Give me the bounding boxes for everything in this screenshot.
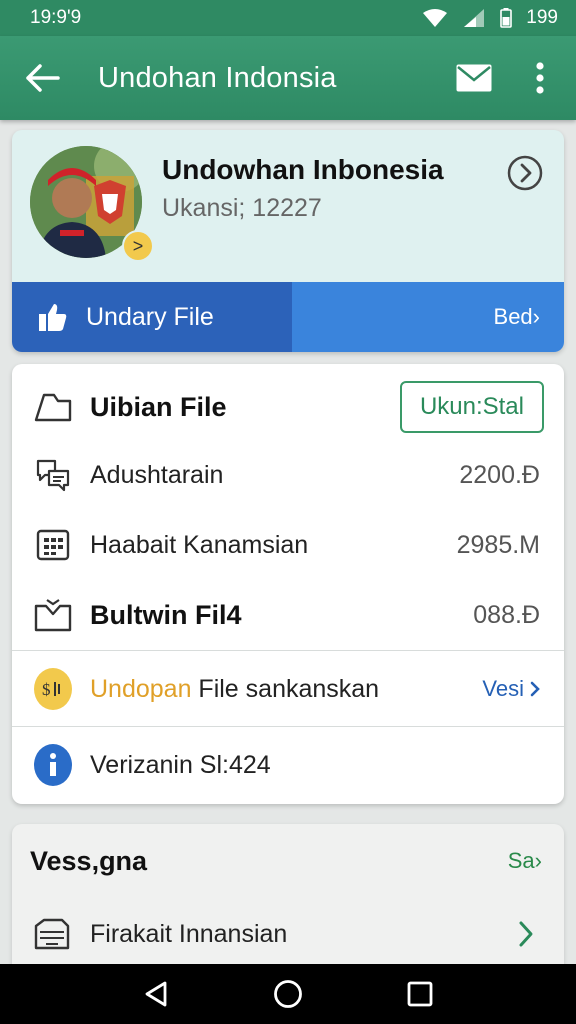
- upload-label: Undary File: [86, 302, 214, 331]
- status-bar: 19:9'9 199: [0, 0, 576, 36]
- more-options-button[interactable]: [504, 36, 576, 120]
- files-header-row: Uibian File Ukun:Stal: [12, 372, 564, 442]
- file-row-label: Bultwin Fil4: [90, 599, 242, 630]
- nav-recents-button[interactable]: [395, 969, 445, 1019]
- update-row-link-label: Vesi: [482, 676, 524, 701]
- battery-level: 199: [526, 7, 558, 28]
- file-row[interactable]: Bultwin Fil4 088.Đ: [12, 580, 564, 650]
- navigation-bar: [0, 964, 576, 1024]
- mail-icon: [456, 64, 492, 92]
- upload-bar[interactable]: Undary File Bed›: [12, 282, 564, 352]
- update-row-text: File sankanskan: [191, 674, 380, 703]
- upload-action-button[interactable]: Bed›: [292, 282, 564, 352]
- nav-back-button[interactable]: [131, 969, 181, 1019]
- chevron-right-icon[interactable]: [506, 914, 546, 954]
- profile-subtitle: Ukansi; 12227: [162, 194, 322, 222]
- settings-card: Vess,gna Sa› Firakait Innansian: [12, 824, 564, 984]
- inbox-icon: [34, 596, 72, 634]
- info-icon: [34, 744, 72, 786]
- profile-card[interactable]: > Undowhan Inbonesia Ukansi; 12227 Undar…: [12, 130, 564, 352]
- divider: [12, 726, 564, 727]
- battery-icon: [500, 8, 513, 28]
- nav-home-button[interactable]: [263, 969, 313, 1019]
- settings-row[interactable]: Firakait Innansian: [12, 904, 564, 964]
- settings-title: Vess,gna: [30, 846, 148, 876]
- file-row-value: 088.Đ: [473, 600, 540, 629]
- app-title: Undohan Indonsia: [98, 61, 337, 94]
- settings-row-label: Firakait Innansian: [90, 919, 288, 948]
- chevron-circle-icon[interactable]: [506, 154, 544, 192]
- back-button[interactable]: [0, 36, 84, 120]
- update-row-label: Undopan File sankanskan: [90, 675, 482, 704]
- file-row-label: Haabait Kanamsian: [90, 530, 309, 559]
- chat-icon: [34, 456, 72, 494]
- more-vert-icon: [536, 62, 544, 94]
- file-row[interactable]: Adushtarain 2200.Đ: [12, 440, 564, 510]
- thumb-upload-icon: [39, 304, 67, 331]
- file-row-value: 2200.Đ: [459, 460, 540, 489]
- divider: [12, 650, 564, 651]
- nav-home-icon: [274, 980, 302, 1008]
- calendar-icon: [34, 526, 72, 564]
- avatar-badge[interactable]: >: [122, 230, 154, 262]
- update-row-highlight: Undopan: [90, 674, 192, 703]
- files-header-button[interactable]: Ukun:Stal: [399, 381, 544, 433]
- folder-icon: [34, 918, 70, 950]
- nav-recents-icon: [407, 981, 433, 1007]
- file-row[interactable]: Haabait Kanamsian 2985.M: [12, 510, 564, 580]
- svg-text:$: $: [42, 680, 51, 699]
- file-row-label: Adushtarain: [90, 460, 224, 489]
- settings-link[interactable]: Sa›: [508, 848, 542, 874]
- nav-back-icon: [145, 981, 167, 1007]
- profile-name: Undowhan Inbonesia: [162, 154, 444, 185]
- status-time: 19:9'9: [30, 7, 82, 28]
- chevron-right-icon: [530, 681, 540, 697]
- version-row-label: Verizanin Sl:424: [90, 750, 271, 779]
- wifi-icon: [423, 9, 448, 27]
- back-arrow-icon: [26, 64, 60, 92]
- mail-button[interactable]: [444, 36, 504, 120]
- update-row[interactable]: $ Undopan File sankanskan Vesi: [12, 654, 564, 724]
- folder-outline-icon: [34, 388, 72, 426]
- upload-file-button[interactable]: Undary File: [12, 282, 292, 352]
- info-badge-icon: $: [34, 668, 72, 710]
- upload-action-label: Bed›: [493, 304, 540, 329]
- update-row-link[interactable]: Vesi: [482, 676, 564, 702]
- app-bar: Undohan Indonsia: [0, 36, 576, 120]
- status-icons: 199: [422, 7, 558, 29]
- files-card: Uibian File Ukun:Stal Adushtarain 2200.Đ…: [12, 364, 564, 804]
- signal-icon: [464, 9, 485, 27]
- file-row-value: 2985.M: [456, 530, 540, 559]
- files-header-label: Uibian File: [90, 391, 227, 422]
- version-row[interactable]: Verizanin Sl:424: [12, 730, 564, 800]
